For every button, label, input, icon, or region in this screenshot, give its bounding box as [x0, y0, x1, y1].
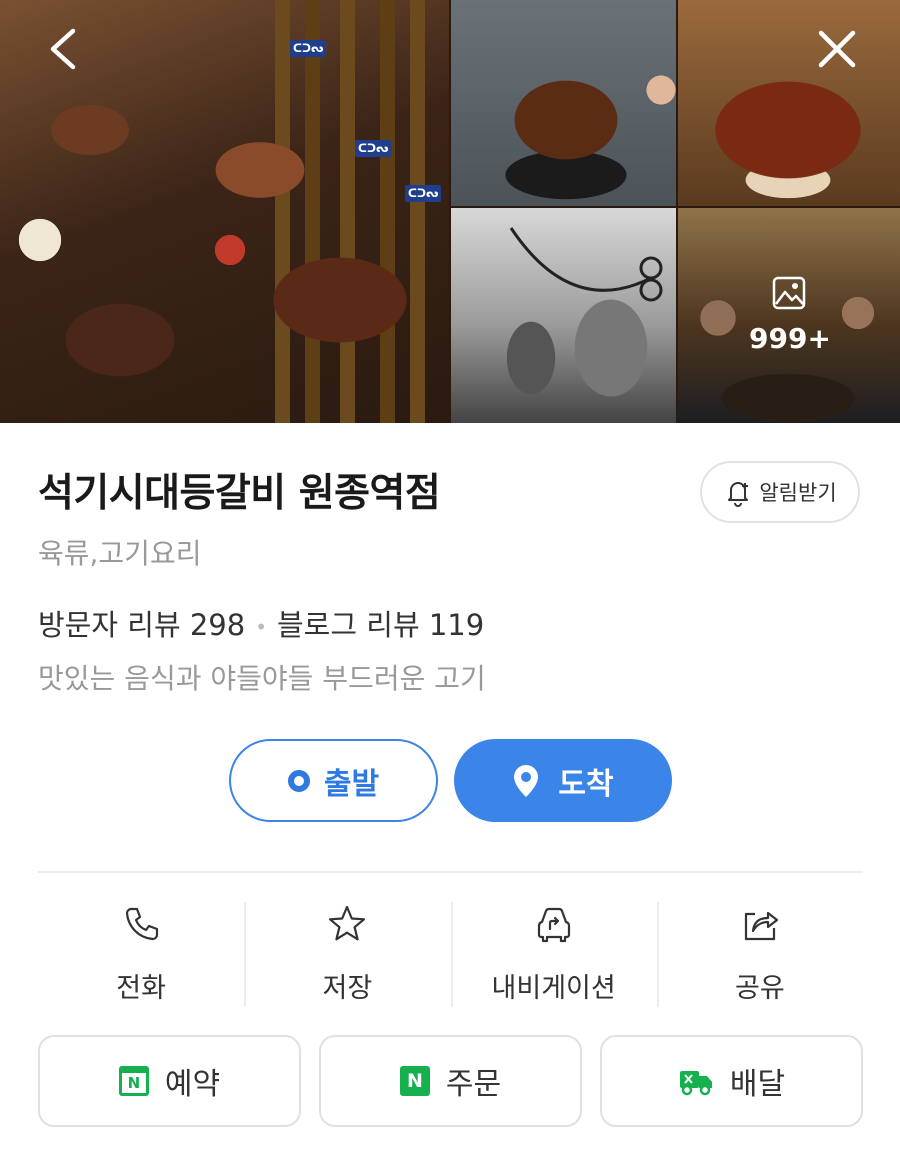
action-bar: 전화 저장 내비게이션 공유	[38, 897, 863, 1009]
blog-reviews-link[interactable]: 블로그 리뷰 119	[277, 608, 484, 642]
location-pin-icon	[514, 764, 539, 797]
bottle-label-decor: ᑕᑐᔓ	[355, 140, 392, 157]
call-action-label: 전화	[116, 973, 166, 1004]
image-icon	[772, 276, 806, 310]
navigation-action[interactable]: 내비게이션	[450, 897, 657, 1009]
order-button-label: 주문	[445, 1067, 502, 1102]
share-action[interactable]: 공유	[656, 897, 863, 1009]
save-action[interactable]: 저장	[244, 897, 450, 1009]
photo-kitchen[interactable]	[451, 208, 676, 423]
arrive-button-label: 도착	[558, 766, 614, 802]
place-title: 석기시대등갈비 원종역점	[38, 471, 441, 516]
origin-dot-icon	[287, 769, 310, 792]
more-photos-count: 999+	[749, 322, 831, 355]
bottle-label-decor: ᑕᑐᔓ	[290, 40, 327, 57]
more-photos-overlay[interactable]	[678, 208, 900, 423]
arrive-button[interactable]: 도착	[454, 739, 672, 822]
depart-button-label: 출발	[323, 766, 380, 802]
share-action-label: 공유	[735, 973, 785, 1004]
section-divider	[38, 871, 863, 873]
reservation-button[interactable]: N 예약	[38, 1035, 301, 1127]
separator-dot: •	[255, 615, 267, 639]
bottle-label-decor: ᑕᑐᔓ	[405, 185, 442, 202]
share-icon	[744, 911, 778, 941]
photo-ribs-closeup[interactable]	[678, 0, 900, 206]
bone-logo-decor	[509, 227, 663, 302]
place-category: 육류,고기요리	[38, 537, 202, 570]
notification-button[interactable]: 알림받기	[700, 461, 860, 523]
phone-icon	[126, 907, 159, 941]
naver-calendar-icon: N	[118, 1066, 149, 1096]
order-button[interactable]: N 주문	[319, 1035, 582, 1127]
photo-gallery[interactable]: ᑕᑐᔓ ᑕᑐᔓ ᑕᑐᔓ 999+	[0, 0, 900, 423]
delivery-truck-icon	[679, 1071, 712, 1096]
save-action-label: 저장	[322, 973, 373, 1004]
chevron-left-icon[interactable]	[45, 27, 85, 71]
naver-n-icon: N	[399, 1066, 430, 1096]
review-summary: 방문자 리뷰 298 • 블로그 리뷰 119	[38, 602, 484, 644]
depart-button[interactable]: 출발	[229, 739, 438, 822]
delivery-button[interactable]: 배달	[600, 1035, 863, 1127]
delivery-button-label: 배달	[729, 1067, 786, 1102]
star-icon	[329, 905, 366, 941]
notification-button-label: 알림받기	[759, 481, 837, 505]
reservation-button-label: 예약	[164, 1067, 221, 1102]
car-navigation-icon	[537, 907, 570, 943]
navigation-action-label: 내비게이션	[491, 973, 616, 1004]
call-action[interactable]: 전화	[38, 897, 244, 1009]
visitor-reviews-link[interactable]: 방문자 리뷰 298	[38, 608, 245, 642]
photo-ribs-plate[interactable]	[451, 0, 676, 206]
place-description: 맛있는 음식과 야들야들 부드러운 고기	[38, 662, 486, 695]
bell-plus-icon	[728, 482, 749, 507]
close-icon[interactable]	[815, 27, 859, 71]
